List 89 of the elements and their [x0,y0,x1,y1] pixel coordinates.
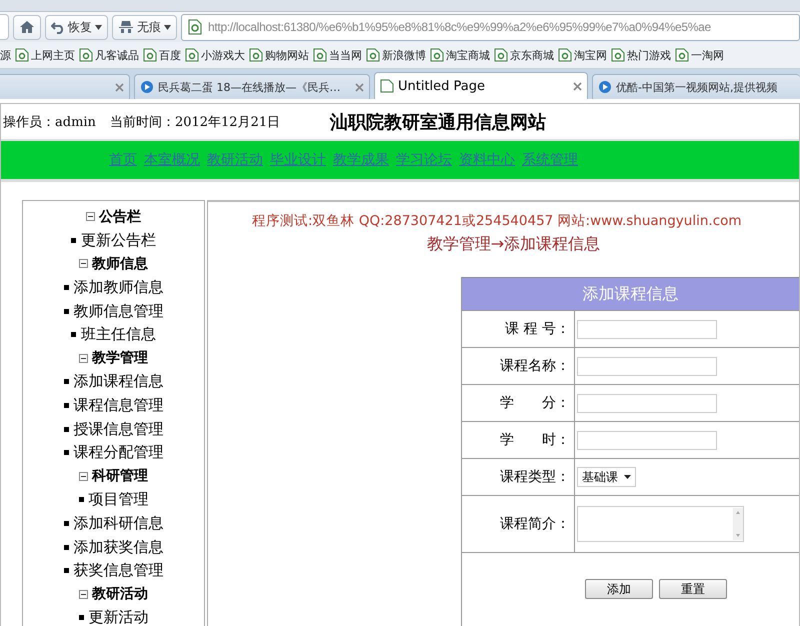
tree-section[interactable]: 教研活动 [23,582,204,606]
field-label: 课程名称： [462,348,575,384]
field-label: 课 程 号： [462,311,575,347]
tree-item[interactable]: 添加获奖信息 [23,535,204,559]
page-icon [249,48,263,62]
tree-item[interactable]: 班主任信息 [23,322,204,347]
input-field[interactable] [577,356,717,376]
bookmark-link[interactable]: 淘宝网 [558,48,607,62]
browser-tab[interactable] [0,74,130,99]
tree-item[interactable]: 获奖信息管理 [23,558,204,582]
play-icon [598,80,612,94]
restore-button[interactable]: 恢复 [45,14,108,40]
tree-item[interactable]: 添加教师信息 [23,276,204,300]
tree-section[interactable]: 教师信息 [23,252,204,276]
page-icon [15,48,29,62]
close-icon[interactable] [115,82,124,92]
collapse-icon [86,212,95,222]
caret-icon [95,24,102,30]
collapse-icon [79,472,88,481]
bookmark-link[interactable]: 源 [0,48,11,62]
page-icon [430,48,444,62]
form-button[interactable]: 添加 [585,579,653,599]
date-label: 当前时间：2012年12月21日 [110,114,280,130]
type-dropdown[interactable]: 基础课 [577,467,636,487]
bookmark-link[interactable]: 凡客诚品 [79,48,139,62]
input-field[interactable] [577,430,717,450]
operator-label: 操作员：admin [3,114,96,130]
page-icon [611,48,625,62]
page-icon [188,19,202,35]
page-icon [558,48,572,62]
browser-tab[interactable]: 民兵葛二蛋 18—在线播放—《民兵… [134,74,370,99]
breadcrumb: 教学管理→添加课程信息 [426,234,602,255]
collapse-icon [79,259,88,268]
bookmark-link[interactable]: 新浪微博 [366,48,426,62]
address-field[interactable]: http://localhost:61380/%e6%b1%95%e8%81%8c%e9%99%a2%e6%95%99%e7%a0%94%e5%ae [181,14,800,40]
scrollbar-drawing [733,508,743,540]
tree-item[interactable]: 更新活动 [23,606,204,626]
private-mode-button[interactable]: 无痕 [112,14,177,40]
page-icon [313,48,327,62]
bookmark-link[interactable]: 购物网站 [249,48,309,62]
home-button[interactable] [13,14,41,40]
tree-item[interactable]: 授课信息管理 [23,417,204,441]
tree-item[interactable]: 项目管理 [23,488,204,512]
bookmark-link[interactable]: 一淘网 [675,48,724,62]
field-label: 学 分： [462,385,575,421]
bookmark-link[interactable]: 热门游戏 [611,48,671,62]
page-icon [143,48,157,62]
bookmark-link[interactable]: 京东商城 [494,48,554,62]
tree-item[interactable]: 课程分配管理 [23,440,204,465]
field-label: 学 时： [462,422,575,458]
bookmark-link[interactable]: 淘宝商城 [430,48,490,62]
tree-item[interactable]: 课程信息管理 [23,394,204,418]
page-icon [366,48,380,62]
tree-item[interactable]: 添加课程信息 [23,370,204,394]
caret-icon [624,475,631,479]
close-icon[interactable] [355,82,364,92]
input-field[interactable] [577,320,717,338]
site-title: 汕职院教研室通用信息网站 [330,110,546,134]
tree-section[interactable]: 公告栏 [23,205,204,229]
page-icon [79,48,93,62]
field-label: 课程简介： [462,496,575,552]
notice-text: 程序测试:双鱼林 QQ:287307421或254540457 网站:www.shuangyulin.com [251,212,743,230]
bookmark-link[interactable]: 百度 [143,48,181,62]
browser-tab[interactable]: Untitled Page [374,72,588,99]
browser-tab[interactable]: 优酷-中国第一视频网站,提供视频 [592,74,800,99]
page-icon [675,48,689,62]
collapse-icon [79,354,88,363]
input-field[interactable] [577,394,717,412]
home-icon [19,19,35,35]
tree-section[interactable]: 科研管理 [23,464,204,488]
form-button[interactable]: 重置 [659,579,727,599]
bookmark-link[interactable]: 小游戏大 [185,48,245,62]
page-icon [380,79,394,93]
bookmark-link[interactable]: 上网主页 [15,48,75,62]
undo-icon [51,20,65,34]
page-icon [185,48,199,62]
tree-item[interactable]: 更新公告栏 [23,228,204,252]
form-title: 添加课程信息 [462,277,799,310]
page-icon [494,48,508,62]
tree-item[interactable]: 教师信息管理 [23,299,204,323]
bookmark-link[interactable]: 当当网 [313,48,362,62]
caret-icon [164,24,171,30]
collapse-icon [79,590,88,599]
field-label: 课程类型： [462,459,575,495]
play-icon [140,80,154,94]
tree-section[interactable]: 教学管理 [23,346,204,370]
close-icon[interactable] [573,82,582,90]
text-area[interactable] [577,506,744,542]
tree-item[interactable]: 添加科研信息 [23,512,204,536]
